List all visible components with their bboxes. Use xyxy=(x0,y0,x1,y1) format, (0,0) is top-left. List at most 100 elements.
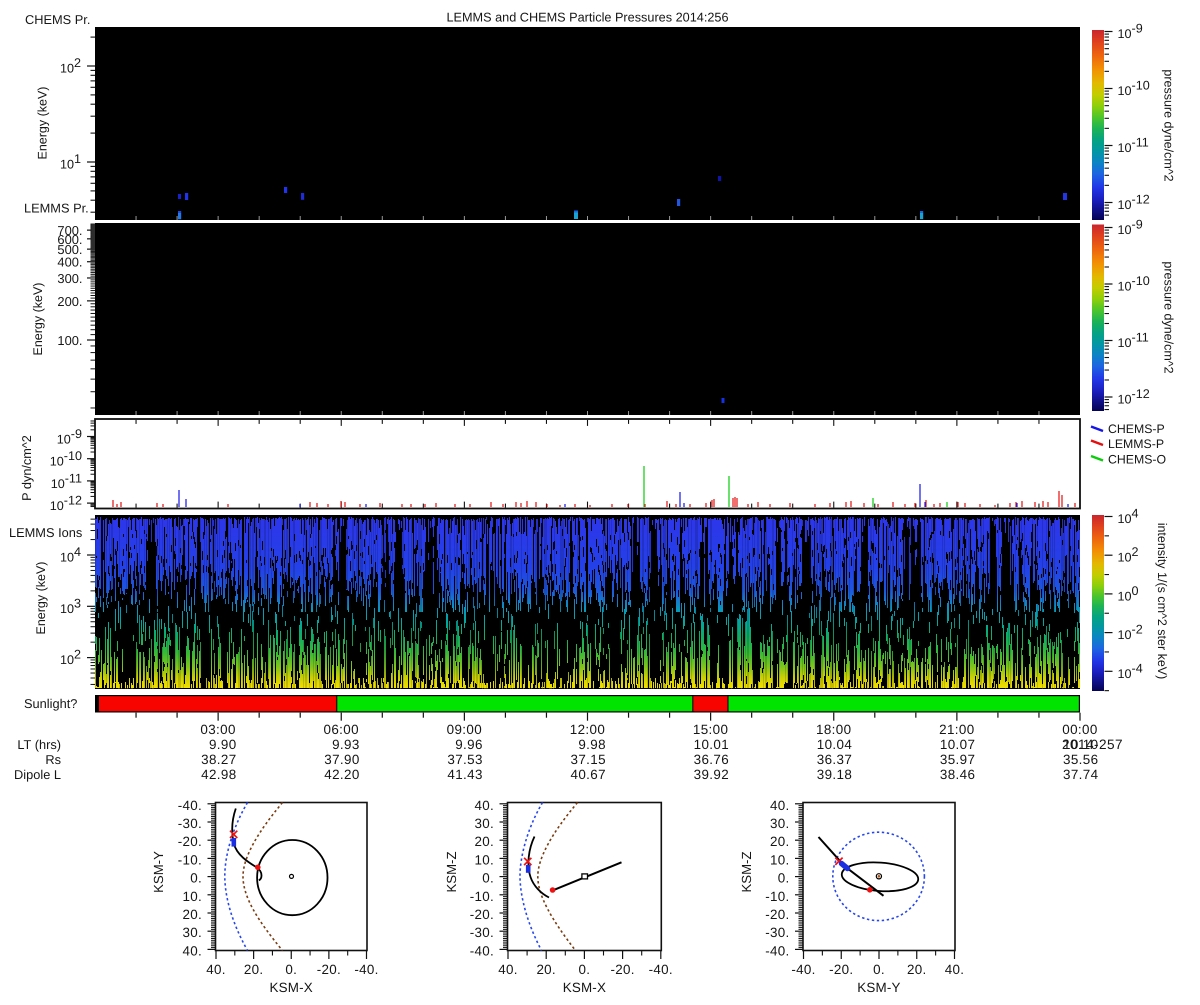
svg-text:-30.: -30. xyxy=(765,925,789,940)
svg-text:LEMMS and CHEMS Particle Press: LEMMS and CHEMS Particle Pressures 2014:… xyxy=(446,11,728,25)
svg-text:40.: 40. xyxy=(182,943,202,958)
svg-text:20.: 20. xyxy=(474,834,494,849)
svg-text:CHEMS-O: CHEMS-O xyxy=(1108,453,1166,467)
svg-text:37.53: 37.53 xyxy=(447,752,483,767)
svg-text:LEMMS Pr.: LEMMS Pr. xyxy=(24,201,89,216)
svg-text:10.: 10. xyxy=(770,852,790,867)
svg-text:intensity 1/(s cm^2 ster keV): intensity 1/(s cm^2 ster keV) xyxy=(1155,523,1169,680)
svg-text:CHEMS Pr.: CHEMS Pr. xyxy=(25,12,90,27)
svg-text:36.76: 36.76 xyxy=(694,752,730,767)
svg-text:300.: 300. xyxy=(57,271,82,286)
svg-text:9.96: 9.96 xyxy=(455,737,483,752)
svg-text:10.07: 10.07 xyxy=(940,737,976,752)
svg-text:-40.: -40. xyxy=(178,798,202,813)
svg-text:Energy (keV): Energy (keV) xyxy=(36,87,50,160)
svg-text:41.43: 41.43 xyxy=(447,767,483,782)
svg-text:LEMMS-P: LEMMS-P xyxy=(1108,437,1164,451)
svg-text:0.: 0. xyxy=(579,962,591,977)
svg-text:39.18: 39.18 xyxy=(817,767,853,782)
svg-text:12:00: 12:00 xyxy=(570,722,606,737)
svg-text:9.90: 9.90 xyxy=(209,737,237,752)
svg-text:-20.: -20. xyxy=(178,834,202,849)
svg-text:-10.: -10. xyxy=(470,889,494,904)
svg-text:21:00: 21:00 xyxy=(939,722,975,737)
svg-text:-40.: -40. xyxy=(765,943,789,958)
svg-text:0.: 0. xyxy=(482,871,494,886)
svg-text:-40.: -40. xyxy=(470,943,494,958)
svg-text:38.46: 38.46 xyxy=(940,767,976,782)
svg-text:-20.: -20. xyxy=(470,907,494,922)
svg-text:-30.: -30. xyxy=(178,816,202,831)
svg-text:-40.: -40. xyxy=(649,962,673,977)
svg-text:KSM-X: KSM-X xyxy=(563,980,606,995)
svg-text:KSM-Z: KSM-Z xyxy=(444,851,459,892)
svg-text:2014-257: 2014-257 xyxy=(1062,737,1123,752)
svg-text:10.01: 10.01 xyxy=(694,737,730,752)
svg-text:30.: 30. xyxy=(474,816,494,831)
svg-text:03:00: 03:00 xyxy=(200,722,236,737)
svg-text:35.97: 35.97 xyxy=(940,752,976,767)
svg-text:P dyn/cm^2: P dyn/cm^2 xyxy=(20,435,34,501)
svg-text:40.: 40. xyxy=(474,798,494,813)
svg-text:CHEMS-P: CHEMS-P xyxy=(1108,422,1165,436)
svg-text:0.: 0. xyxy=(190,871,202,886)
svg-text:20.: 20. xyxy=(907,962,927,977)
svg-text:LEMMS Ions: LEMMS Ions xyxy=(9,525,82,540)
svg-text:39.92: 39.92 xyxy=(694,767,730,782)
svg-text:40.: 40. xyxy=(206,962,226,977)
svg-text:100.: 100. xyxy=(57,333,82,348)
svg-text:10.: 10. xyxy=(182,889,202,904)
svg-text:Energy (keV): Energy (keV) xyxy=(34,562,48,635)
svg-text:0.: 0. xyxy=(873,962,885,977)
svg-text:9.93: 9.93 xyxy=(332,737,360,752)
svg-text:KSM-Y: KSM-Y xyxy=(151,851,166,893)
svg-text:30.: 30. xyxy=(182,925,202,940)
svg-text:Energy (keV): Energy (keV) xyxy=(31,283,45,356)
svg-text:35.56: 35.56 xyxy=(1063,752,1099,767)
svg-text:09:00: 09:00 xyxy=(447,722,483,737)
svg-text:LT (hrs): LT (hrs) xyxy=(17,737,61,752)
svg-text:06:00: 06:00 xyxy=(323,722,359,737)
svg-text:KSM-X: KSM-X xyxy=(270,980,313,995)
svg-text:-30.: -30. xyxy=(470,925,494,940)
svg-text:10.: 10. xyxy=(474,852,494,867)
svg-text:-20.: -20. xyxy=(829,962,853,977)
svg-text:Rs: Rs xyxy=(45,752,61,767)
svg-text:15:00: 15:00 xyxy=(693,722,729,737)
svg-text:-10.: -10. xyxy=(765,889,789,904)
svg-text:36.37: 36.37 xyxy=(817,752,853,767)
svg-text:42.98: 42.98 xyxy=(201,767,237,782)
svg-text:0.: 0. xyxy=(778,871,790,886)
svg-text:42.20: 42.20 xyxy=(324,767,360,782)
svg-text:38.27: 38.27 xyxy=(201,752,237,767)
svg-text:KSM-Y: KSM-Y xyxy=(857,980,900,995)
svg-text:40.: 40. xyxy=(770,798,790,813)
svg-text:-20.: -20. xyxy=(317,962,341,977)
svg-text:-10.: -10. xyxy=(178,852,202,867)
svg-text:20.: 20. xyxy=(182,907,202,922)
svg-text:-20.: -20. xyxy=(765,907,789,922)
svg-text:30.: 30. xyxy=(770,816,790,831)
svg-text:37.15: 37.15 xyxy=(570,752,606,767)
svg-text:40.: 40. xyxy=(945,962,965,977)
svg-text:Sunlight?: Sunlight? xyxy=(24,696,77,711)
svg-text:40.: 40. xyxy=(498,962,518,977)
svg-text:00:00: 00:00 xyxy=(1062,722,1098,737)
svg-text:-40.: -40. xyxy=(354,962,378,977)
svg-text:37.90: 37.90 xyxy=(324,752,360,767)
svg-text:700.: 700. xyxy=(57,223,82,238)
svg-text:37.74: 37.74 xyxy=(1063,767,1099,782)
svg-text:20.: 20. xyxy=(536,962,556,977)
svg-text:Dipole L: Dipole L xyxy=(14,767,61,782)
svg-text:9.98: 9.98 xyxy=(578,737,606,752)
svg-text:0.: 0. xyxy=(285,962,297,977)
svg-text:KSM-Z: KSM-Z xyxy=(739,851,754,892)
svg-text:-20.: -20. xyxy=(610,962,634,977)
svg-text:20.: 20. xyxy=(244,962,264,977)
svg-text:200.: 200. xyxy=(57,294,82,309)
svg-text:18:00: 18:00 xyxy=(816,722,852,737)
svg-text:40.67: 40.67 xyxy=(570,767,606,782)
svg-text:pressure dyne/cm^2: pressure dyne/cm^2 xyxy=(1162,69,1176,181)
svg-text:pressure dyne/cm^2: pressure dyne/cm^2 xyxy=(1162,261,1176,373)
svg-text:20.: 20. xyxy=(770,834,790,849)
